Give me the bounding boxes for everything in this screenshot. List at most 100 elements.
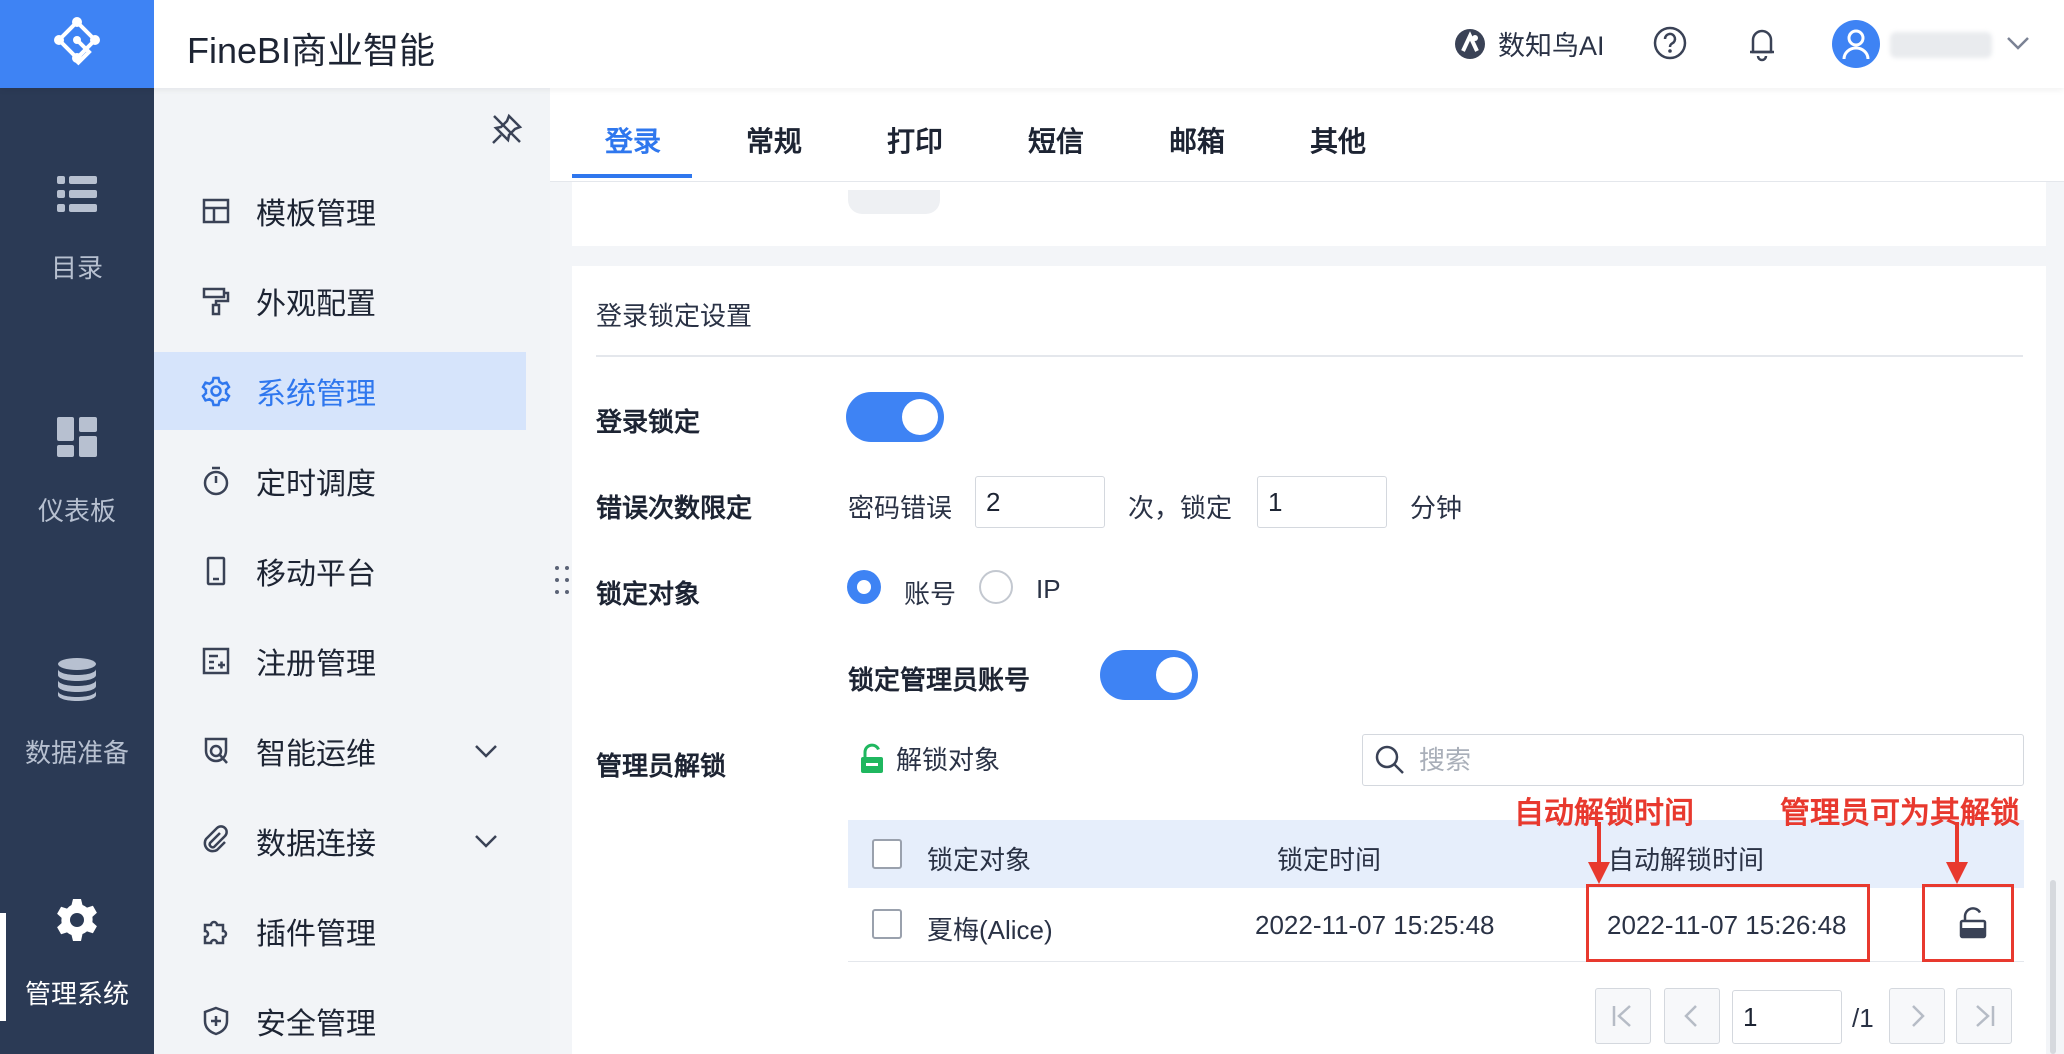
chevron-left-icon: [1684, 1005, 1697, 1027]
bell-icon[interactable]: [1745, 24, 1779, 62]
link-icon: [203, 825, 228, 853]
lock-admin-toggle[interactable]: [1100, 650, 1198, 700]
search-icon: [1375, 745, 1404, 774]
app-title: FineBI商业智能: [187, 30, 436, 71]
first-page-button[interactable]: [1595, 988, 1651, 1044]
lock-minutes-input[interactable]: 1: [1257, 476, 1387, 528]
user-avatar-icon[interactable]: [1832, 20, 1880, 68]
next-page-button[interactable]: [1889, 988, 1945, 1044]
mobile-icon: [206, 556, 226, 586]
content-scrollbar[interactable]: [2050, 880, 2056, 1054]
ai-bird-icon: [1455, 28, 1485, 59]
row-checkbox[interactable]: [872, 909, 902, 939]
tab-email[interactable]: 邮箱: [1169, 120, 1225, 160]
error-limit-label: 错误次数限定: [596, 493, 753, 523]
sidebar-item-plugins[interactable]: 插件管理: [154, 892, 526, 970]
sidebar-item-label: 数据连接: [256, 828, 376, 861]
search-field[interactable]: [1362, 734, 2024, 786]
sidebar-item-register[interactable]: 注册管理: [154, 622, 526, 700]
unlock-target-button[interactable]: 解锁对象: [858, 740, 1000, 777]
paint-roller-icon: [202, 287, 230, 316]
error-count-input[interactable]: 2: [975, 476, 1105, 528]
first-page-icon: [1612, 1005, 1631, 1027]
annotation-box-admin-unlock: [1922, 884, 2014, 962]
tab-general[interactable]: 常规: [746, 120, 802, 160]
nav-label: 管理系统: [24, 979, 129, 1009]
tab-login[interactable]: 登录: [605, 120, 661, 160]
unlock-green-icon: [861, 743, 883, 773]
radio-ip[interactable]: [979, 570, 1013, 604]
help-icon[interactable]: [1653, 26, 1687, 60]
chevron-right-icon: [1912, 1005, 1925, 1027]
ai-label: 数知鸟AI: [1498, 31, 1605, 61]
nav-label: 仪表板: [37, 496, 116, 526]
sidebar-item-mobile[interactable]: 移动平台: [154, 532, 526, 610]
tab-other[interactable]: 其他: [1310, 120, 1366, 160]
sidebar-item-label: 外观配置: [256, 288, 376, 321]
sidebar-item-template[interactable]: 模板管理: [154, 172, 526, 250]
column-header-target: 锁定对象: [927, 845, 1032, 875]
sidebar-item-label: 安全管理: [256, 1008, 376, 1041]
radio-ip-label: IP: [1036, 574, 1061, 604]
gear-icon: [201, 376, 231, 407]
section-title: 登录锁定设置: [596, 301, 753, 331]
search-input[interactable]: [1419, 744, 1979, 776]
nav-label: 目录: [50, 253, 103, 283]
ai-assistant-button[interactable]: 数知鸟AI: [1452, 24, 1605, 63]
ops-icon: [204, 737, 228, 764]
toggle-knob: [902, 399, 938, 435]
sidebar-item-label: 定时调度: [256, 468, 376, 501]
page-number-input[interactable]: 1: [1732, 990, 1842, 1044]
sidebar-item-system[interactable]: 系统管理: [154, 352, 526, 430]
sidebar-item-security[interactable]: 安全管理: [154, 982, 526, 1054]
toggle-knob: [1156, 657, 1192, 693]
radio-account[interactable]: [847, 570, 881, 604]
gear-icon: [57, 899, 97, 941]
divider: [596, 355, 2023, 357]
annotation-box-auto-unlock: [1586, 884, 1870, 962]
error-limit-prefix: 密码错误: [848, 493, 953, 523]
tab-sms[interactable]: 短信: [1028, 120, 1084, 160]
previous-section-toggle: [848, 190, 940, 214]
list-icon: [57, 176, 97, 212]
resize-handle-icon[interactable]: [552, 564, 572, 596]
nav-item-data-prep[interactable]: 数据准备: [0, 655, 154, 770]
register-icon: [202, 647, 230, 675]
tab-print[interactable]: 打印: [887, 120, 943, 160]
lock-target-label: 锁定对象: [596, 579, 701, 609]
sidebar-item-label: 插件管理: [256, 918, 376, 951]
sidebar-item-appearance[interactable]: 外观配置: [154, 262, 526, 340]
sidebar-item-ops[interactable]: 智能运维: [154, 712, 526, 790]
prev-page-button[interactable]: [1664, 988, 1720, 1044]
nav-item-dashboard[interactable]: 仪表板: [0, 413, 154, 528]
lock-admin-label: 锁定管理员账号: [848, 665, 1031, 695]
shield-icon: [203, 1006, 229, 1036]
chevron-down-icon[interactable]: [2004, 32, 2032, 54]
sidebar-item-label: 模板管理: [256, 198, 376, 231]
sidebar-item-schedule[interactable]: 定时调度: [154, 442, 526, 520]
select-all-checkbox[interactable]: [872, 839, 902, 869]
dashboard-icon: [57, 417, 97, 457]
nav-label: 数据准备: [24, 738, 129, 768]
admin-unlock-label: 管理员解锁: [596, 751, 727, 781]
radio-account-label: 账号: [904, 579, 957, 609]
error-limit-middle: 次，锁定: [1128, 493, 1233, 523]
nav-item-admin-system[interactable]: 管理系统: [0, 896, 154, 1011]
sidebar-item-data-connection[interactable]: 数据连接: [154, 802, 526, 880]
chevron-down-icon: [475, 745, 497, 758]
annotation-arrow-icon: [1946, 822, 1968, 884]
column-header-auto-unlock-time: 自动解锁时间: [1608, 845, 1765, 875]
pin-icon[interactable]: [490, 112, 524, 146]
nav-item-catalog[interactable]: 目录: [0, 170, 154, 285]
sidebar-item-label: 智能运维: [256, 738, 376, 771]
chevron-down-icon: [475, 835, 497, 848]
annotation-admin-can-unlock: 管理员可为其解锁: [1780, 797, 2020, 830]
last-page-button[interactable]: [1956, 988, 2012, 1044]
login-lock-toggle[interactable]: [846, 392, 944, 442]
sidebar-item-label: 注册管理: [256, 648, 376, 681]
sidebar-item-label: 系统管理: [256, 378, 376, 411]
logo-icon[interactable]: [0, 0, 154, 88]
page-total: /1: [1852, 1003, 1874, 1033]
last-page-icon: [1976, 1005, 1995, 1027]
username-blurred[interactable]: [1890, 32, 1992, 58]
